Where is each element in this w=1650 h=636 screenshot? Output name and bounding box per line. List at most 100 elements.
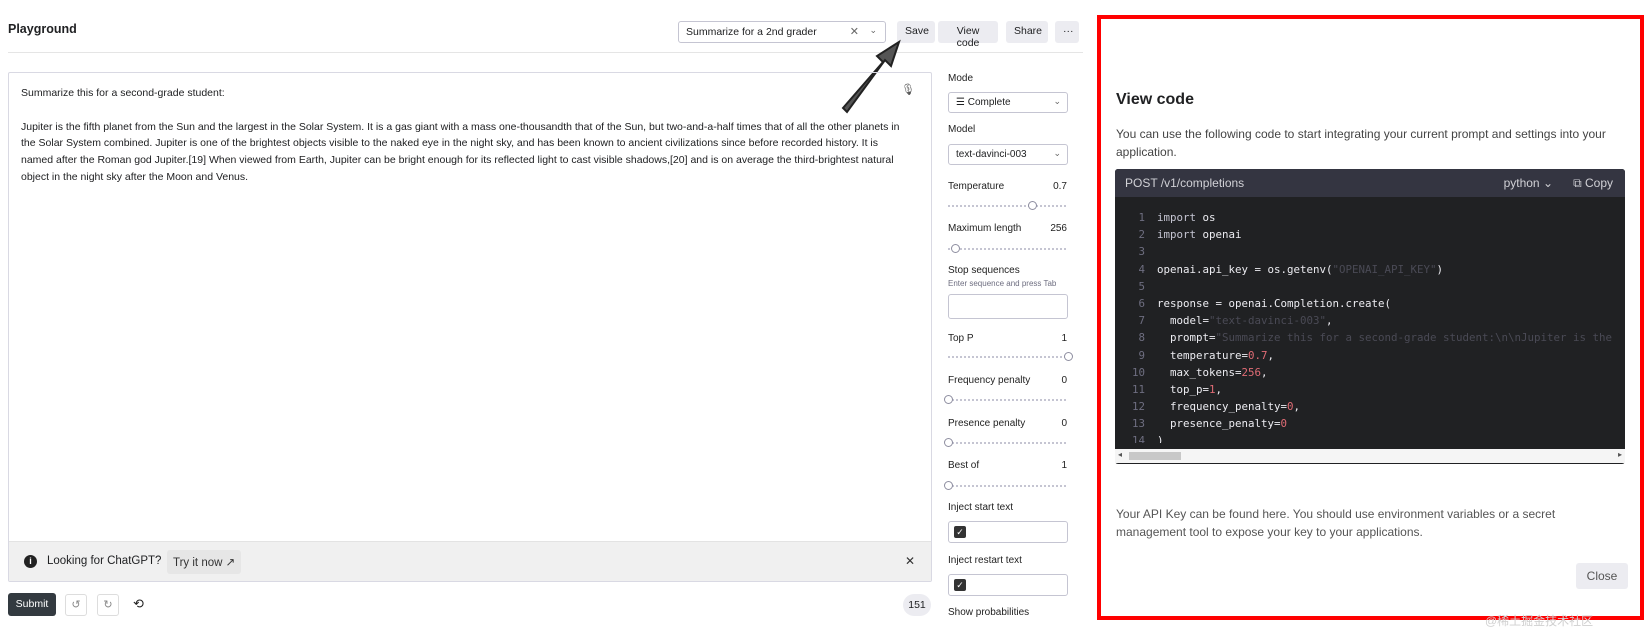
slider-handle[interactable] [1064,352,1073,361]
code-line: 2 import openai [1115,228,1625,245]
model-label: Model [948,124,976,135]
prompt-editor[interactable]: Summarize this for a second-grade studen… [8,72,932,582]
chatgpt-banner-text: Looking for ChatGPT? [47,555,162,567]
try-it-now-link[interactable]: Try it now ↗ [167,550,242,574]
temperature-slider[interactable] [948,201,1068,210]
checkbox-checked-icon[interactable]: ✓ [954,579,966,591]
line-number: 11 [1131,382,1145,396]
max-length-label: Maximum length [948,223,1022,234]
code-line: 12 frequency_penalty=0, [1115,400,1625,417]
code-header: POST /v1/completions python ⌄ ⧉ Copy [1115,169,1625,197]
scroll-left-icon[interactable]: ◂ [1118,450,1122,459]
temperature-value[interactable]: 0.7 [1053,181,1067,192]
model-select[interactable]: text-davinci-003 ⌄ [948,144,1068,165]
submit-button[interactable]: Submit [8,593,56,616]
best-of-slider[interactable] [944,481,1068,490]
frequency-penalty-value[interactable]: 0 [1061,375,1067,386]
history-icon[interactable]: ⟲ [133,596,144,612]
slider-handle[interactable] [951,244,961,253]
code-line: 4 openai.api_key = os.getenv("OPENAI_API_… [1115,263,1625,280]
line-number: 13 [1131,417,1145,431]
close-button[interactable]: Close [1576,563,1628,589]
redo-icon[interactable]: ↻ [97,594,119,616]
line-number: 5 [1138,279,1145,293]
line-number: 1 [1138,211,1145,224]
code-line: 11 top_p=1, [1115,383,1625,400]
code-line: 8 prompt="Summarize this for a second-gr… [1115,331,1625,348]
code-text: response = openai.Completion.create( [1157,296,1392,310]
external-link-icon: ↗ [225,557,236,569]
presence-penalty-slider[interactable] [944,438,1068,447]
watermark-text: @稀土掘金技术社区 [1485,614,1594,628]
code-text: max_tokens=256, [1157,365,1268,379]
modal-description: You can use the following code to start … [1116,127,1606,159]
code-text: import openai [1157,228,1242,242]
show-probabilities-label: Show probabilities [948,607,1030,618]
line-number: 3 [1138,245,1145,259]
max-length-slider[interactable] [948,244,1068,253]
code-text: presence_penalty=0 [1157,417,1288,431]
header-divider [8,52,1083,53]
slider-handle[interactable] [944,438,953,447]
line-number: 12 [1131,400,1145,414]
presence-penalty-value[interactable]: 0 [1061,418,1067,429]
temperature-label: Temperature [948,181,1005,192]
scroll-right-icon[interactable]: ▸ [1618,450,1622,459]
line-number: 10 [1131,365,1145,379]
code-line: 13 presence_penalty=0 [1115,417,1625,434]
view-code-modal: View code You can use the following code… [1097,15,1644,620]
view-code-button[interactable]: View code [938,21,998,49]
inject-restart-label: Inject restart text [948,555,1022,566]
code-line: 9 temperature=0.7, [1115,349,1625,366]
code-line: 5 [1115,280,1625,297]
modal-title: View code [1116,91,1194,108]
code-line: 3 [1115,245,1625,262]
code-line: 6 response = openai.Completion.create( [1115,297,1625,314]
line-number: 8 [1138,331,1145,345]
code-text: temperature=0.7, [1157,348,1275,362]
more-button[interactable]: ··· [1055,21,1079,43]
mode-select[interactable]: ☰ Complete ⌄ [948,92,1068,113]
best-of-value[interactable]: 1 [1061,460,1067,471]
top-p-value[interactable]: 1 [1061,333,1067,344]
frequency-penalty-slider[interactable] [944,395,1068,404]
scroll-thumb[interactable] [1129,452,1181,460]
line-number: 7 [1138,314,1145,328]
playground-panel: Playground Summarize for a 2nd grader ✕ … [0,0,1090,636]
checkbox-checked-icon[interactable]: ✓ [954,526,966,538]
mode-label: Mode [948,73,974,84]
preset-value: Summarize for a 2nd grader [686,26,817,38]
stop-sequences-input[interactable] [948,294,1068,319]
clear-icon[interactable]: ✕ [850,25,859,38]
top-p-slider[interactable] [948,352,1073,361]
undo-icon[interactable]: ↺ [65,594,87,616]
code-line: 14) [1115,434,1625,443]
code-text: openai.api_key = os.getenv("OPENAI_API_K… [1157,262,1444,276]
horizontal-scrollbar[interactable]: ◂ ▸ [1115,449,1625,463]
microphone-icon[interactable]: 🎙 [901,83,915,96]
chevron-down-icon: ⌄ [1053,148,1061,158]
copy-icon: ⧉ [1573,176,1585,190]
list-icon: ☰ [956,97,968,108]
max-length-value[interactable]: 256 [1050,223,1067,234]
top-p-label: Top P [948,333,974,344]
code-text: top_p=1, [1157,382,1223,396]
stop-sequences-hint: Enter sequence and press Tab [948,279,1057,288]
share-button[interactable]: Share [1006,21,1048,43]
language-select[interactable]: python ⌄ [1504,176,1553,190]
inject-start-input[interactable]: ✓ [948,521,1068,543]
code-text: frequency_penalty=0, [1157,400,1301,414]
slider-handle[interactable] [1028,201,1037,210]
prompt-text[interactable]: Summarize this for a second-grade studen… [21,85,901,186]
stop-sequences-label: Stop sequences [948,265,1020,276]
slider-handle[interactable] [944,395,953,404]
inject-restart-input[interactable]: ✓ [948,574,1068,596]
close-icon[interactable]: ✕ [905,554,915,568]
copy-button[interactable]: ⧉ Copy [1573,176,1613,191]
token-count: 151 [903,594,931,616]
chevron-down-icon: ⌄ [869,25,877,35]
slider-handle[interactable] [944,481,953,490]
code-text: model="text-davinci-003", [1157,314,1333,328]
try-it-now-label: Try it now [173,557,223,569]
code-block: POST /v1/completions python ⌄ ⧉ Copy 1 im… [1115,169,1625,464]
